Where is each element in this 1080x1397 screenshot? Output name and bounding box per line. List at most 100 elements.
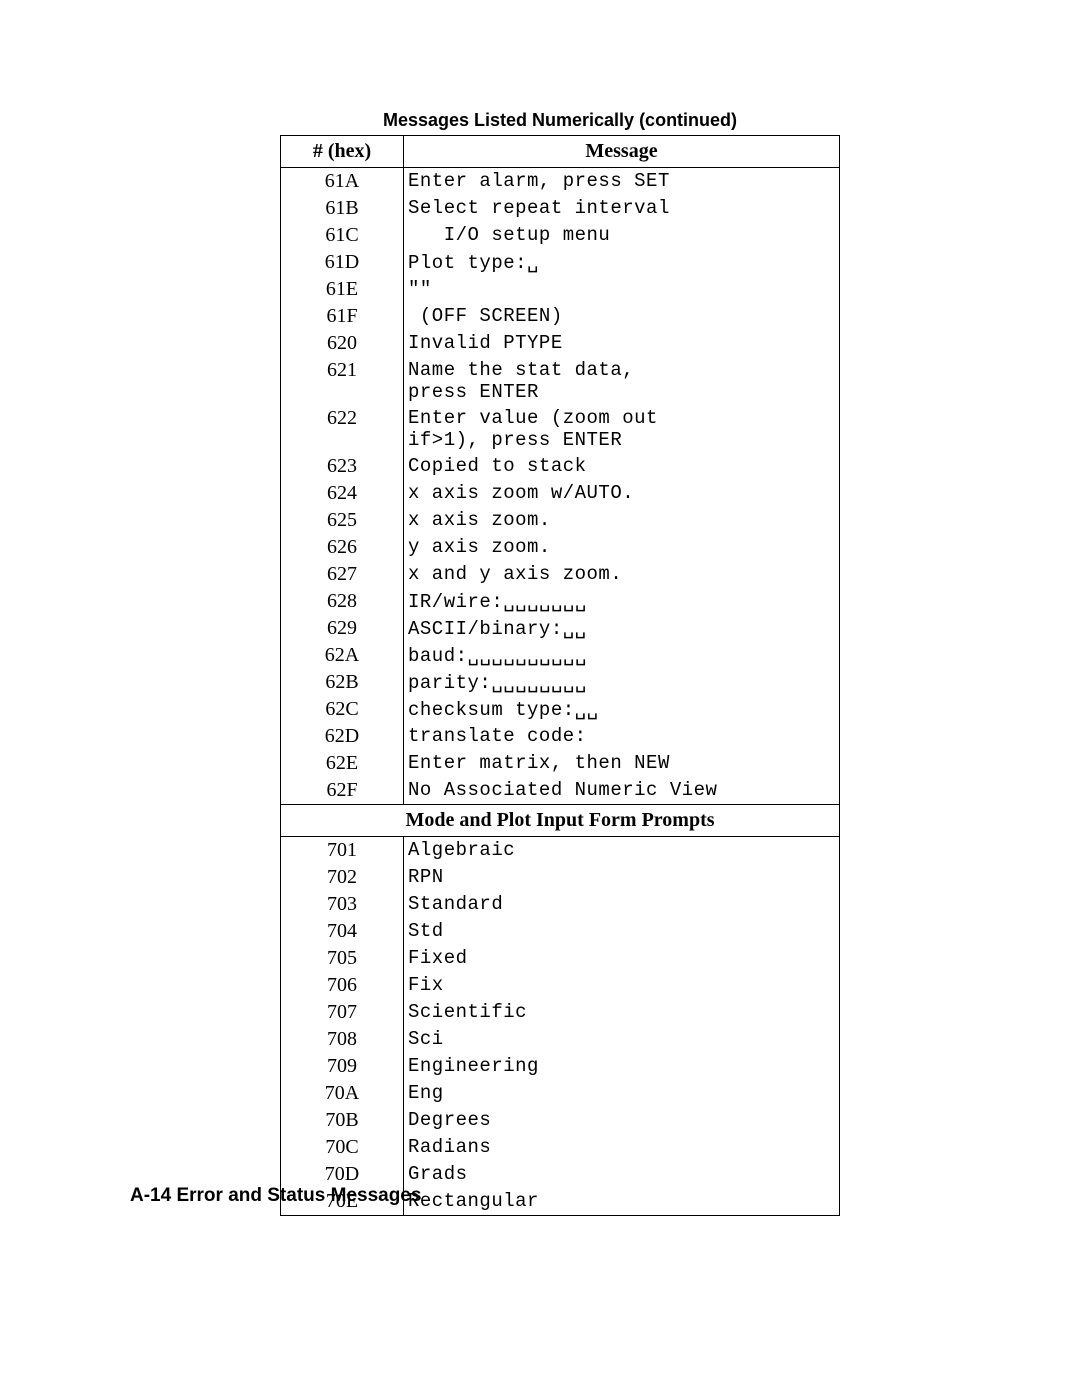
hex-code: 708 bbox=[281, 1026, 404, 1053]
hex-code: 702 bbox=[281, 864, 404, 891]
message-text: baud:␣␣␣␣␣␣␣␣␣␣ bbox=[404, 642, 840, 669]
message-text: x axis zoom w/AUTO. bbox=[404, 480, 840, 507]
section-row: Mode and Plot Input Form Prompts bbox=[281, 805, 840, 837]
table-row: 70AEng bbox=[281, 1080, 840, 1107]
hex-code: 61B bbox=[281, 195, 404, 222]
table-row: 61F (OFF SCREEN) bbox=[281, 303, 840, 330]
message-text: ASCII/binary:␣␣ bbox=[404, 615, 840, 642]
message-text: Rectangular bbox=[404, 1188, 840, 1216]
hex-code: 627 bbox=[281, 561, 404, 588]
table-row: 622Enter value (zoom out if>1), press EN… bbox=[281, 405, 840, 453]
table-row: 62Dtranslate code: bbox=[281, 723, 840, 750]
table-row: 61BSelect repeat interval bbox=[281, 195, 840, 222]
hex-code: 623 bbox=[281, 453, 404, 480]
hex-code: 70C bbox=[281, 1134, 404, 1161]
hex-code: 629 bbox=[281, 615, 404, 642]
table-row: 61C I/O setup menu bbox=[281, 222, 840, 249]
hex-code: 625 bbox=[281, 507, 404, 534]
message-text: Radians bbox=[404, 1134, 840, 1161]
message-text: (OFF SCREEN) bbox=[404, 303, 840, 330]
message-text: Algebraic bbox=[404, 837, 840, 865]
message-text: y axis zoom. bbox=[404, 534, 840, 561]
hex-code: 70A bbox=[281, 1080, 404, 1107]
page-content: Messages Listed Numerically (continued) … bbox=[0, 0, 1080, 1216]
message-text: Std bbox=[404, 918, 840, 945]
table-row: 703Standard bbox=[281, 891, 840, 918]
hex-code: 62A bbox=[281, 642, 404, 669]
message-text: Plot type:␣ bbox=[404, 249, 840, 276]
messages-table: # (hex) Message 61AEnter alarm, press SE… bbox=[280, 135, 840, 1216]
table-row: 620Invalid PTYPE bbox=[281, 330, 840, 357]
message-text: Grads bbox=[404, 1161, 840, 1188]
hex-code: 62C bbox=[281, 696, 404, 723]
message-text: checksum type:␣␣ bbox=[404, 696, 840, 723]
message-text: Eng bbox=[404, 1080, 840, 1107]
message-text: Enter value (zoom out if>1), press ENTER bbox=[404, 405, 840, 453]
table-row: 627x and y axis zoom. bbox=[281, 561, 840, 588]
message-text: Invalid PTYPE bbox=[404, 330, 840, 357]
message-text: Enter matrix, then NEW bbox=[404, 750, 840, 777]
table-caption: Messages Listed Numerically (continued) bbox=[170, 110, 950, 131]
hex-code: 61C bbox=[281, 222, 404, 249]
hex-code: 624 bbox=[281, 480, 404, 507]
message-text: Engineering bbox=[404, 1053, 840, 1080]
hex-code: 703 bbox=[281, 891, 404, 918]
table-row: 61DPlot type:␣ bbox=[281, 249, 840, 276]
table-row: 621Name the stat data, press ENTER bbox=[281, 357, 840, 405]
hex-code: 620 bbox=[281, 330, 404, 357]
message-text: Standard bbox=[404, 891, 840, 918]
hex-code: 704 bbox=[281, 918, 404, 945]
table-row: 62FNo Associated Numeric View bbox=[281, 777, 840, 805]
message-text: Fix bbox=[404, 972, 840, 999]
table-row: 702RPN bbox=[281, 864, 840, 891]
table-row: 61AEnter alarm, press SET bbox=[281, 168, 840, 196]
table-row: 62Abaud:␣␣␣␣␣␣␣␣␣␣ bbox=[281, 642, 840, 669]
hex-code: 61D bbox=[281, 249, 404, 276]
message-text: x axis zoom. bbox=[404, 507, 840, 534]
table-row: 62EEnter matrix, then NEW bbox=[281, 750, 840, 777]
message-text: Enter alarm, press SET bbox=[404, 168, 840, 196]
hex-code: 62D bbox=[281, 723, 404, 750]
message-text: parity:␣␣␣␣␣␣␣␣ bbox=[404, 669, 840, 696]
header-hex: # (hex) bbox=[281, 136, 404, 168]
message-text: Select repeat interval bbox=[404, 195, 840, 222]
hex-code: 709 bbox=[281, 1053, 404, 1080]
table-row: 708Sci bbox=[281, 1026, 840, 1053]
header-message: Message bbox=[404, 136, 840, 168]
table-row: 707Scientific bbox=[281, 999, 840, 1026]
hex-code: 626 bbox=[281, 534, 404, 561]
table-row: 70BDegrees bbox=[281, 1107, 840, 1134]
hex-code: 701 bbox=[281, 837, 404, 865]
hex-code: 621 bbox=[281, 357, 404, 405]
table-row: 706Fix bbox=[281, 972, 840, 999]
table-row: 70CRadians bbox=[281, 1134, 840, 1161]
table-row: 701Algebraic bbox=[281, 837, 840, 865]
table-header-row: # (hex) Message bbox=[281, 136, 840, 168]
message-text: x and y axis zoom. bbox=[404, 561, 840, 588]
message-text: translate code: bbox=[404, 723, 840, 750]
hex-code: 62B bbox=[281, 669, 404, 696]
section-title: Mode and Plot Input Form Prompts bbox=[281, 805, 840, 837]
message-text: Scientific bbox=[404, 999, 840, 1026]
table-row: 70DGrads bbox=[281, 1161, 840, 1188]
hex-code: 70D bbox=[281, 1161, 404, 1188]
hex-code: 628 bbox=[281, 588, 404, 615]
page-footer: A-14 Error and Status Messages bbox=[130, 1185, 421, 1207]
table-row: 709Engineering bbox=[281, 1053, 840, 1080]
table-row: 624x axis zoom w/AUTO. bbox=[281, 480, 840, 507]
hex-code: 706 bbox=[281, 972, 404, 999]
table-row: 705Fixed bbox=[281, 945, 840, 972]
hex-code: 70B bbox=[281, 1107, 404, 1134]
message-text: IR/wire:␣␣␣␣␣␣␣ bbox=[404, 588, 840, 615]
table-row: 628IR/wire:␣␣␣␣␣␣␣ bbox=[281, 588, 840, 615]
table-row: 625x axis zoom. bbox=[281, 507, 840, 534]
table-row: 623Copied to stack bbox=[281, 453, 840, 480]
hex-code: 61E bbox=[281, 276, 404, 303]
table-row: 61E"" bbox=[281, 276, 840, 303]
message-text: "" bbox=[404, 276, 840, 303]
hex-code: 705 bbox=[281, 945, 404, 972]
message-text: Sci bbox=[404, 1026, 840, 1053]
hex-code: 61F bbox=[281, 303, 404, 330]
table-row: 626y axis zoom. bbox=[281, 534, 840, 561]
message-text: I/O setup menu bbox=[404, 222, 840, 249]
